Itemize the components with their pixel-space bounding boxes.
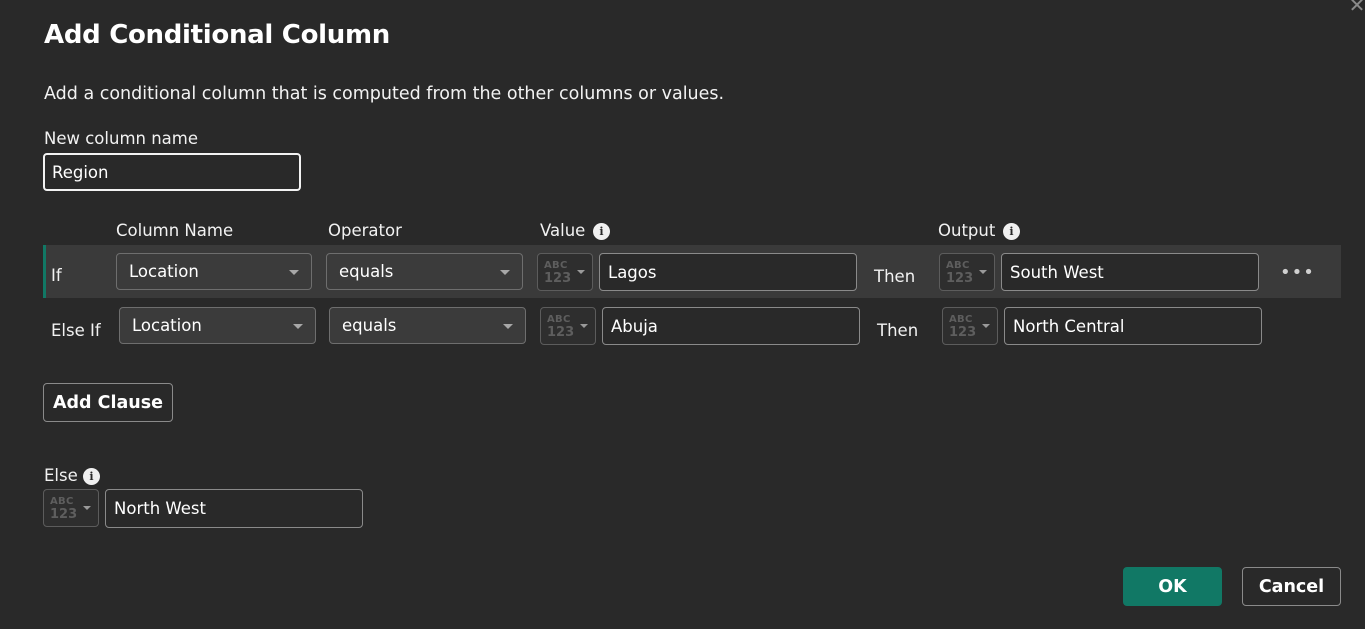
- chevron-down-icon: [503, 324, 513, 329]
- dialog-title: Add Conditional Column: [44, 20, 390, 50]
- else-if-column-dropdown[interactable]: Location: [119, 307, 316, 344]
- new-column-name-label: New column name: [44, 129, 199, 148]
- chevron-down-icon: [289, 270, 299, 275]
- else-type-button[interactable]: ABC 123: [43, 489, 99, 527]
- abc123-type-icon: ABC: [50, 496, 74, 507]
- chevron-down-icon: [580, 324, 588, 328]
- output-info-icon[interactable]: i: [1003, 223, 1020, 240]
- if-keyword: If: [51, 266, 62, 285]
- else-if-operator-dropdown[interactable]: equals: [329, 307, 526, 344]
- chevron-down-icon: [293, 324, 303, 329]
- then-label: Then: [877, 321, 919, 340]
- abc123-type-icon: ABC: [544, 260, 568, 271]
- chevron-down-icon: [83, 506, 91, 510]
- else-if-output-input[interactable]: [1004, 307, 1262, 345]
- if-output-input[interactable]: [1001, 253, 1259, 291]
- value-info-icon[interactable]: i: [593, 223, 610, 240]
- if-output-type-button[interactable]: ABC 123: [939, 253, 995, 291]
- cancel-button[interactable]: Cancel: [1242, 567, 1341, 606]
- else-if-operator-value: equals: [342, 316, 397, 335]
- chevron-down-icon: [982, 324, 990, 328]
- if-column-dropdown[interactable]: Location: [116, 253, 312, 290]
- else-value-input[interactable]: [105, 489, 363, 528]
- if-operator-dropdown[interactable]: equals: [326, 253, 523, 290]
- column-name-header: Column Name: [116, 221, 234, 240]
- else-if-output-type-button[interactable]: ABC 123: [942, 307, 998, 345]
- then-label: Then: [874, 267, 916, 286]
- else-label: Else: [44, 466, 78, 485]
- operator-header: Operator: [328, 221, 402, 240]
- chevron-down-icon: [979, 270, 987, 274]
- else-if-value-input[interactable]: [602, 307, 860, 345]
- chevron-down-icon: [500, 270, 510, 275]
- else-if-keyword: Else If: [51, 321, 101, 340]
- output-header: Output: [938, 221, 996, 240]
- value-header: Value: [540, 221, 586, 240]
- chevron-down-icon: [577, 270, 585, 274]
- abc123-type-icon: ABC: [946, 260, 970, 271]
- if-column-value: Location: [129, 262, 199, 281]
- add-clause-button[interactable]: Add Clause: [43, 383, 173, 422]
- if-value-input[interactable]: [599, 253, 857, 291]
- else-info-icon[interactable]: i: [83, 468, 100, 485]
- if-value-type-button[interactable]: ABC 123: [537, 253, 593, 291]
- if-operator-value: equals: [339, 262, 394, 281]
- abc123-type-icon: ABC: [949, 314, 973, 325]
- close-icon[interactable]: ✕: [1346, 0, 1365, 16]
- else-if-column-value: Location: [132, 316, 202, 335]
- dialog-subtitle: Add a conditional column that is compute…: [44, 84, 725, 104]
- else-if-value-type-button[interactable]: ABC 123: [540, 307, 596, 345]
- more-options-icon[interactable]: •••: [1280, 262, 1315, 283]
- clause-row-selected-indicator: [43, 245, 46, 298]
- abc123-type-icon: ABC: [547, 314, 571, 325]
- ok-button[interactable]: OK: [1123, 567, 1222, 606]
- new-column-name-input[interactable]: [43, 153, 301, 191]
